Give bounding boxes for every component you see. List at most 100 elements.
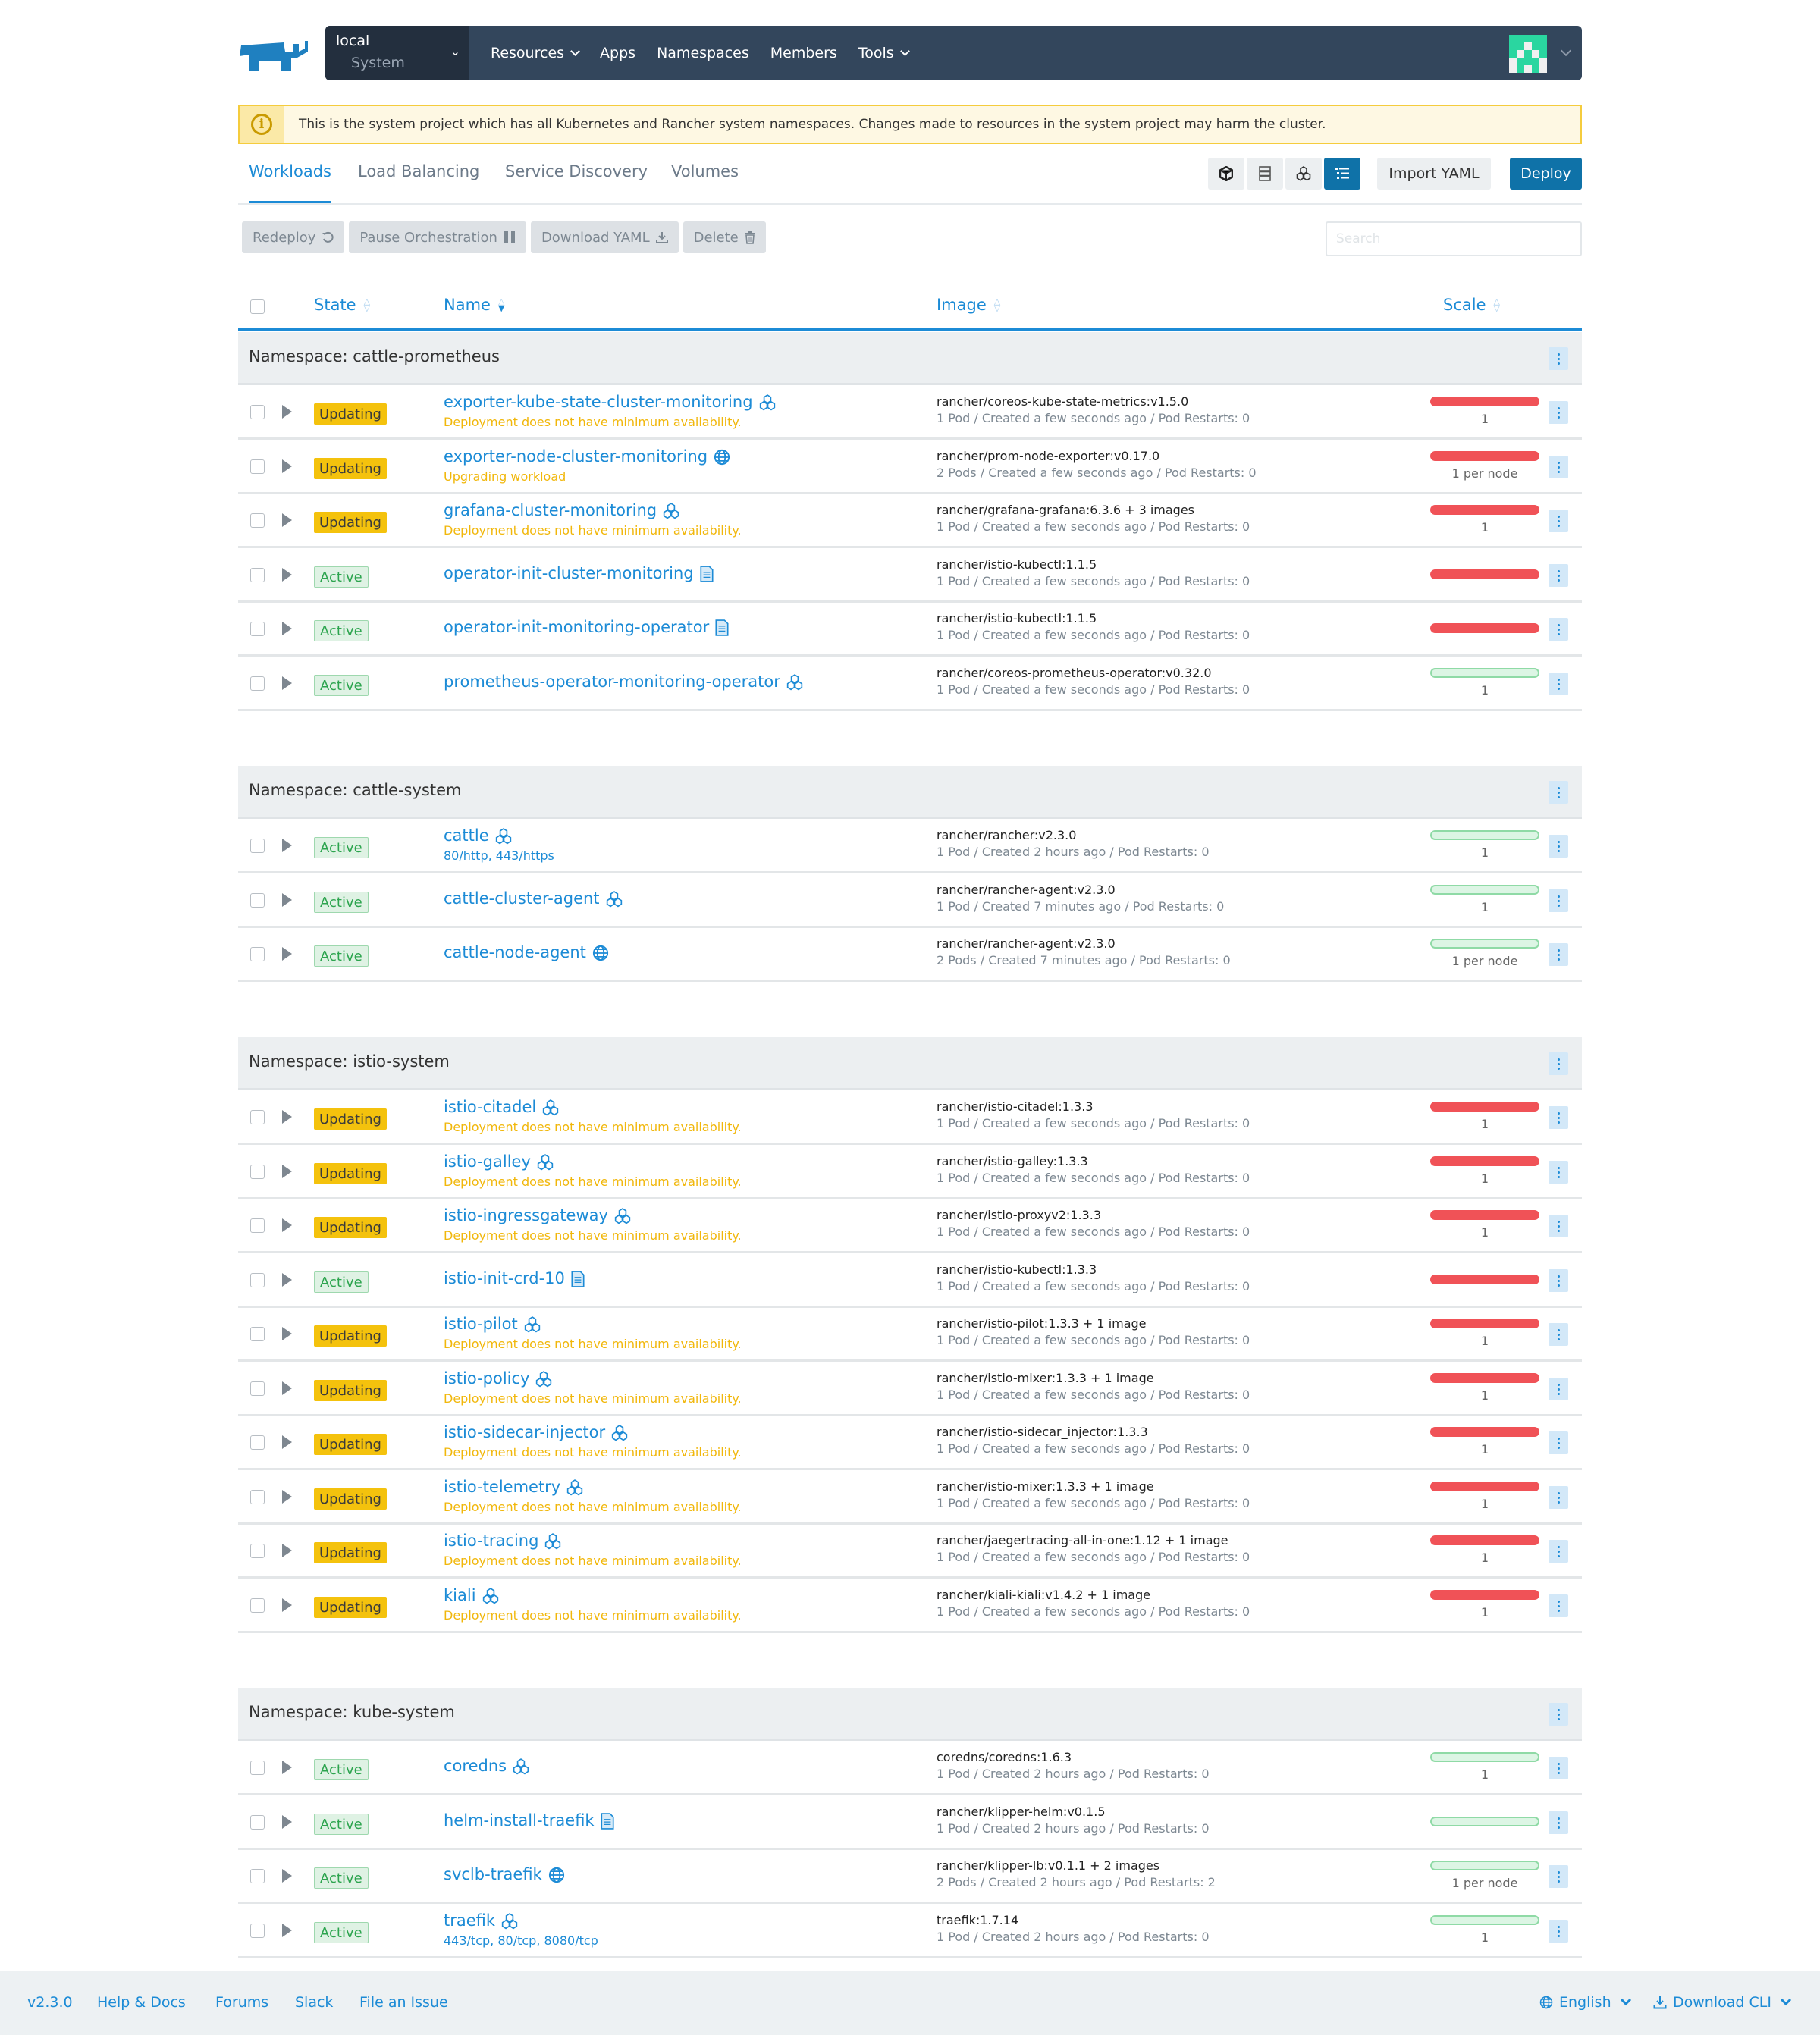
nav-namespaces[interactable]: Namespaces	[657, 45, 749, 61]
expand-icon[interactable]	[282, 839, 292, 852]
forums-link[interactable]: Forums	[215, 1994, 268, 2011]
row-actions-button[interactable]	[1549, 673, 1568, 695]
workload-name-link[interactable]: istio-pilot	[444, 1315, 540, 1333]
rancher-logo[interactable]	[238, 35, 312, 73]
expand-icon[interactable]	[282, 1165, 292, 1178]
view-workload-button[interactable]	[1285, 158, 1322, 190]
expand-icon[interactable]	[282, 568, 292, 582]
workload-name-link[interactable]: istio-citadel	[444, 1098, 559, 1116]
row-checkbox[interactable]	[250, 622, 265, 636]
expand-icon[interactable]	[282, 459, 292, 473]
workload-name-link[interactable]: svclb-traefik	[444, 1865, 564, 1883]
workload-name-link[interactable]: istio-telemetry	[444, 1478, 583, 1496]
row-actions-button[interactable]	[1549, 1865, 1568, 1888]
expand-icon[interactable]	[282, 1924, 292, 1937]
column-scale[interactable]: Scale △ ▽	[1443, 296, 1500, 314]
pause-orchestration-button[interactable]: Pause Orchestration	[349, 221, 526, 253]
row-checkbox[interactable]	[250, 1869, 265, 1883]
workload-name-link[interactable]: istio-ingressgateway	[444, 1206, 631, 1224]
column-name[interactable]: Name △ ▼	[444, 296, 504, 314]
row-checkbox[interactable]	[250, 513, 265, 528]
row-actions-button[interactable]	[1549, 1486, 1568, 1509]
workload-name-link[interactable]: helm-install-traefik	[444, 1811, 616, 1830]
expand-icon[interactable]	[282, 1327, 292, 1340]
row-actions-button[interactable]	[1549, 1757, 1568, 1779]
row-checkbox[interactable]	[250, 1924, 265, 1938]
row-actions-button[interactable]	[1549, 564, 1568, 587]
column-image[interactable]: Image △ ▽	[937, 296, 1000, 314]
expand-icon[interactable]	[282, 1869, 292, 1883]
row-checkbox[interactable]	[250, 1490, 265, 1504]
workload-name-link[interactable]: kiali	[444, 1586, 498, 1604]
group-actions-button[interactable]	[1549, 347, 1568, 370]
row-actions-button[interactable]	[1549, 456, 1568, 478]
delete-button[interactable]: Delete	[682, 221, 766, 253]
row-actions-button[interactable]	[1549, 1215, 1568, 1237]
expand-icon[interactable]	[282, 1218, 292, 1232]
expand-icon[interactable]	[282, 1110, 292, 1124]
row-actions-button[interactable]	[1549, 1920, 1568, 1942]
row-checkbox[interactable]	[250, 839, 265, 853]
row-checkbox[interactable]	[250, 568, 265, 582]
expand-icon[interactable]	[282, 1761, 292, 1774]
tab-volumes[interactable]: Volumes	[671, 162, 739, 203]
row-actions-button[interactable]	[1549, 1431, 1568, 1454]
tab-service-discovery[interactable]: Service Discovery	[505, 162, 648, 203]
row-actions-button[interactable]	[1549, 835, 1568, 858]
row-checkbox[interactable]	[250, 1381, 265, 1396]
expand-icon[interactable]	[282, 622, 292, 635]
help-docs-link[interactable]: Help & Docs	[97, 1994, 186, 2011]
expand-icon[interactable]	[282, 1273, 292, 1287]
workload-name-link[interactable]: istio-galley	[444, 1152, 554, 1171]
chevron-down-icon[interactable]	[1560, 45, 1572, 57]
expand-icon[interactable]	[282, 1598, 292, 1612]
row-actions-button[interactable]	[1549, 401, 1568, 424]
row-checkbox[interactable]	[250, 459, 265, 474]
expand-icon[interactable]	[282, 1490, 292, 1504]
row-checkbox[interactable]	[250, 1761, 265, 1775]
row-checkbox[interactable]	[250, 1815, 265, 1830]
column-state[interactable]: State △ ▽	[314, 296, 370, 314]
group-actions-button[interactable]	[1549, 1703, 1568, 1726]
workload-name-link[interactable]: istio-policy	[444, 1369, 552, 1388]
row-checkbox[interactable]	[250, 1435, 265, 1450]
group-actions-button[interactable]	[1549, 781, 1568, 804]
version-link[interactable]: v2.3.0	[27, 1994, 73, 2011]
deploy-button[interactable]: Deploy	[1510, 158, 1582, 190]
redeploy-button[interactable]: Redeploy	[242, 221, 345, 253]
cluster-project-switcher[interactable]: local System ⌄	[325, 26, 469, 80]
expand-icon[interactable]	[282, 1381, 292, 1395]
row-checkbox[interactable]	[250, 1327, 265, 1341]
row-actions-button[interactable]	[1549, 1378, 1568, 1400]
ports-link[interactable]: 80/http, 443/https	[444, 848, 554, 863]
row-actions-button[interactable]	[1549, 1323, 1568, 1346]
expand-icon[interactable]	[282, 405, 292, 419]
row-checkbox[interactable]	[250, 1218, 265, 1233]
view-cube-button[interactable]	[1208, 158, 1244, 190]
row-checkbox[interactable]	[250, 1598, 265, 1613]
expand-icon[interactable]	[282, 513, 292, 527]
nav-resources[interactable]: Resources	[491, 45, 580, 61]
workload-name-link[interactable]: istio-tracing	[444, 1532, 561, 1550]
workload-name-link[interactable]: traefik	[444, 1911, 518, 1930]
download-cli-dropdown[interactable]: Download CLI	[1653, 1994, 1792, 2011]
expand-icon[interactable]	[282, 1544, 292, 1557]
select-all-checkbox[interactable]	[250, 299, 265, 314]
row-actions-button[interactable]	[1549, 1106, 1568, 1129]
workload-name-link[interactable]: prometheus-operator-monitoring-operator	[444, 673, 803, 691]
view-list-button[interactable]	[1324, 158, 1360, 190]
row-checkbox[interactable]	[250, 893, 265, 908]
row-actions-button[interactable]	[1549, 1540, 1568, 1563]
row-actions-button[interactable]	[1549, 510, 1568, 532]
nav-apps[interactable]: Apps	[600, 45, 635, 61]
workload-name-link[interactable]: istio-init-crd-10	[444, 1269, 586, 1287]
expand-icon[interactable]	[282, 893, 292, 907]
file-issue-link[interactable]: File an Issue	[359, 1994, 448, 2011]
import-yaml-button[interactable]: Import YAML	[1377, 158, 1491, 190]
workload-name-link[interactable]: cattle	[444, 826, 511, 845]
workload-name-link[interactable]: exporter-node-cluster-monitoring	[444, 447, 730, 466]
tab-workloads[interactable]: Workloads	[249, 162, 331, 203]
expand-icon[interactable]	[282, 947, 292, 961]
user-avatar[interactable]	[1509, 35, 1547, 73]
workload-name-link[interactable]: operator-init-cluster-monitoring	[444, 564, 715, 582]
